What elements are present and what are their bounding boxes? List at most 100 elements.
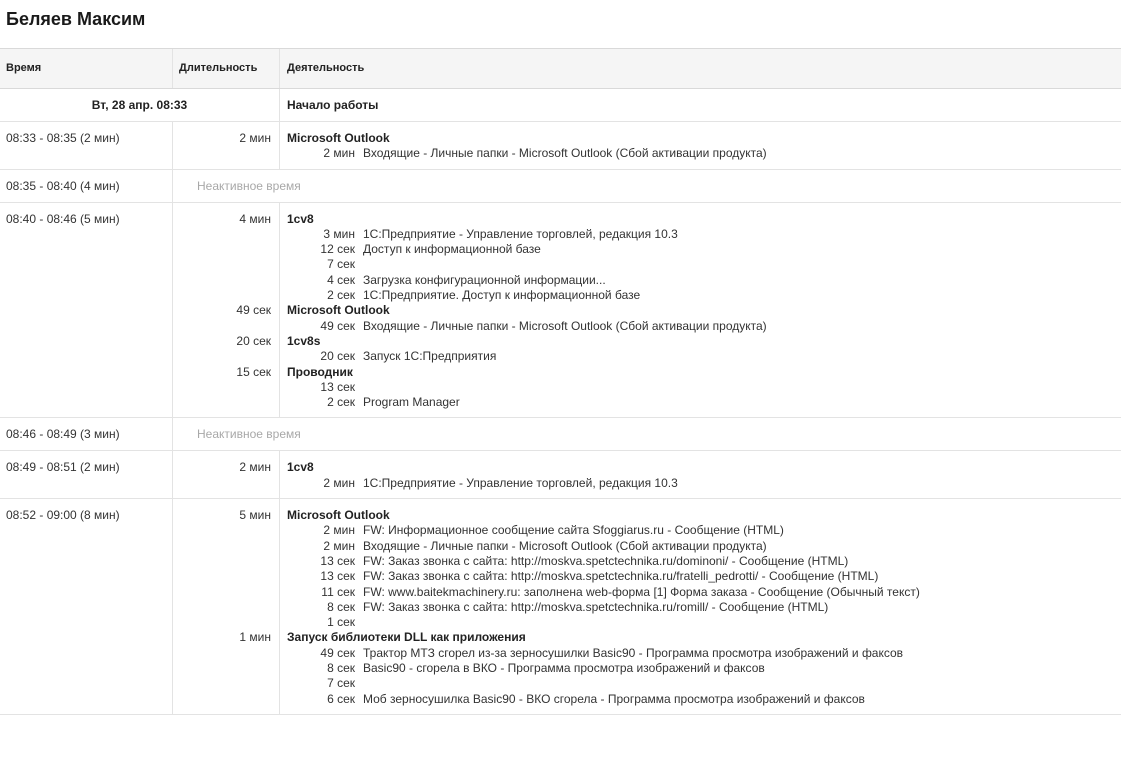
window-duration: 12 сек [320,242,355,257]
row-durations: 4 мин 49 сек 20 сек 15 сек [173,202,280,418]
window-entry: 11 сек FW: www.baitekmachinery.ru: заполн… [287,585,1121,600]
table-row: 08:52 - 09:00 (8 мин) 5 мин 1 мин Microsoft… [0,499,1121,715]
window-entry: 13 сек FW: Заказ звонка с сайта: http://m… [287,569,1121,584]
window-duration: 7 сек [327,257,355,272]
day-date: Вт, 28 апр. 08:33 [0,89,280,121]
window-title: Трактор МТЗ сгорел из-за зерносушилки Ba… [363,645,904,660]
window-duration: 4 сек [327,272,355,287]
table-row: 08:40 - 08:46 (5 мин) 4 мин 49 сек 20 сек 15… [0,202,1121,419]
app-duration: 2 мин [239,131,271,145]
row-activities: Microsoft Outlook 2 мин Входящие - Личные … [280,122,1121,169]
app-name: Проводник [287,364,353,379]
window-title: Доступ к информационной базе [363,242,541,257]
window-entry: 49 сек Трактор МТЗ сгорел из-за зерносуши… [287,646,1121,661]
table-row: 08:49 - 08:51 (2 мин) 2 мин 1cv8 2 мин 1С:Пр… [0,451,1121,500]
idle-label: Неактивное время [197,427,301,442]
window-duration: 2 мин [323,475,355,490]
window-title: Моб зерносушилка Basic90 - ВКО сгорела -… [363,691,865,706]
app-name: 1cv8s [287,333,321,348]
app-duration: 4 мин [239,211,271,226]
row-activities: 1cv8 2 мин 1С:Предприятие - Управление тор… [280,451,1121,498]
window-duration: 2 сек [327,288,355,303]
window-title: 1С:Предприятие - Управление торговлей, р… [363,226,678,241]
window-entry: 3 мин 1С:Предприятие - Управление торговл… [287,227,1121,242]
window-duration: 6 сек [327,691,355,706]
row-time: 08:33 - 08:35 (2 мин) [0,122,173,169]
app-duration: 5 мин [239,508,271,523]
column-header-duration[interactable]: Длительность [173,49,280,88]
window-title: Запуск 1С:Предприятия [363,349,497,364]
window-entry: 4 сек Загрузка конфигурационной информаци… [287,273,1121,288]
window-entry: 49 сек Входящие - Личные папки - Microsof… [287,319,1121,334]
window-duration: 8 сек [327,599,355,614]
row-activities: Microsoft Outlook 2 мин FW: Информационное… [280,499,1121,714]
app-duration: 2 мин [239,460,271,475]
row-durations: 2 мин [173,122,280,169]
window-entry: 2 мин 1С:Предприятие - Управление торговл… [287,476,1121,491]
window-title: Входящие - Личные папки - Microsoft Outl… [363,538,767,553]
window-duration: 2 мин [323,523,355,538]
window-duration: 49 сек [320,645,355,660]
column-header-activity[interactable]: Деятельность [280,49,1121,88]
idle-row: 08:46 - 08:49 (3 мин) Неактивное время [0,418,1121,452]
window-entry: 2 сек Program Manager [287,395,1121,410]
window-entry: 6 сек Моб зерносушилка Basic90 - ВКО сгор… [287,692,1121,707]
window-title: FW: Заказ звонка с сайта: http://moskva.… [363,553,849,568]
app-duration: 20 сек [236,333,271,348]
window-duration: 49 сек [320,318,355,333]
table-header-row: Время Длительность Деятельность [0,49,1121,89]
table-row: 08:33 - 08:35 (2 мин) 2 мин Microsoft Outl… [0,122,1121,170]
window-title: Входящие - Личные папки - Microsoft Outl… [363,146,767,161]
day-start-label: Начало работы [287,98,379,112]
window-duration: 7 сек [327,676,355,691]
window-entry: 2 мин FW: Информационное сообщение сайта … [287,523,1121,538]
window-duration: 11 сек [321,584,355,599]
window-duration: 20 сек [320,349,355,364]
window-entry: 7 сек [287,257,1121,272]
row-activities: 1cv8 3 мин 1С:Предприятие - Управление тор… [280,203,1121,418]
window-title: 1С:Предприятие - Управление торговлей, р… [363,475,678,490]
day-row: Вт, 28 апр. 08:33 Начало работы [0,89,1121,122]
window-title: FW: www.baitekmachinery.ru: заполнена we… [363,584,920,599]
app-name: Microsoft Outlook [287,508,390,523]
window-entry: 8 сек FW: Заказ звонка с сайта: http://mo… [287,600,1121,615]
window-entry: 12 сек Доступ к информационной базе [287,242,1121,257]
row-time: 08:49 - 08:51 (2 мин) [0,451,173,499]
window-duration: 2 мин [323,538,355,553]
app-duration: 1 мин [239,630,271,645]
window-title: Program Manager [363,395,460,410]
column-header-time[interactable]: Время [0,49,173,88]
row-durations: 2 мин [173,451,280,499]
window-entry: 13 сек FW: Заказ звонка с сайта: http://m… [287,554,1121,569]
window-entry: 2 сек 1С:Предприятие. Доступ к информацио… [287,288,1121,303]
table-body: 08:33 - 08:35 (2 мин) 2 мин Microsoft Outl… [0,122,1121,715]
window-entry: 1 сек [287,615,1121,630]
window-duration: 8 сек [327,661,355,676]
app-name: Microsoft Outlook [287,303,390,318]
window-entry: 2 мин Входящие - Личные папки - Microsoft… [287,539,1121,554]
window-entry: 20 сек Запуск 1С:Предприятия [287,349,1121,364]
window-title: FW: Заказ звонка с сайта: http://moskva.… [363,599,829,614]
activity-report-table: Время Длительность Деятельность Вт, 28 а… [0,48,1121,715]
page-title: Беляев Максим [6,9,146,29]
idle-row: 08:35 - 08:40 (4 мин) Неактивное время [0,169,1121,203]
app-duration: 49 сек [236,303,271,318]
window-duration: 3 мин [323,226,355,241]
app-duration: 15 сек [236,364,271,379]
window-title: 1С:Предприятие. Доступ к информационной … [363,288,641,303]
window-title: FW: Информационное сообщение сайта Sfogg… [363,523,784,538]
